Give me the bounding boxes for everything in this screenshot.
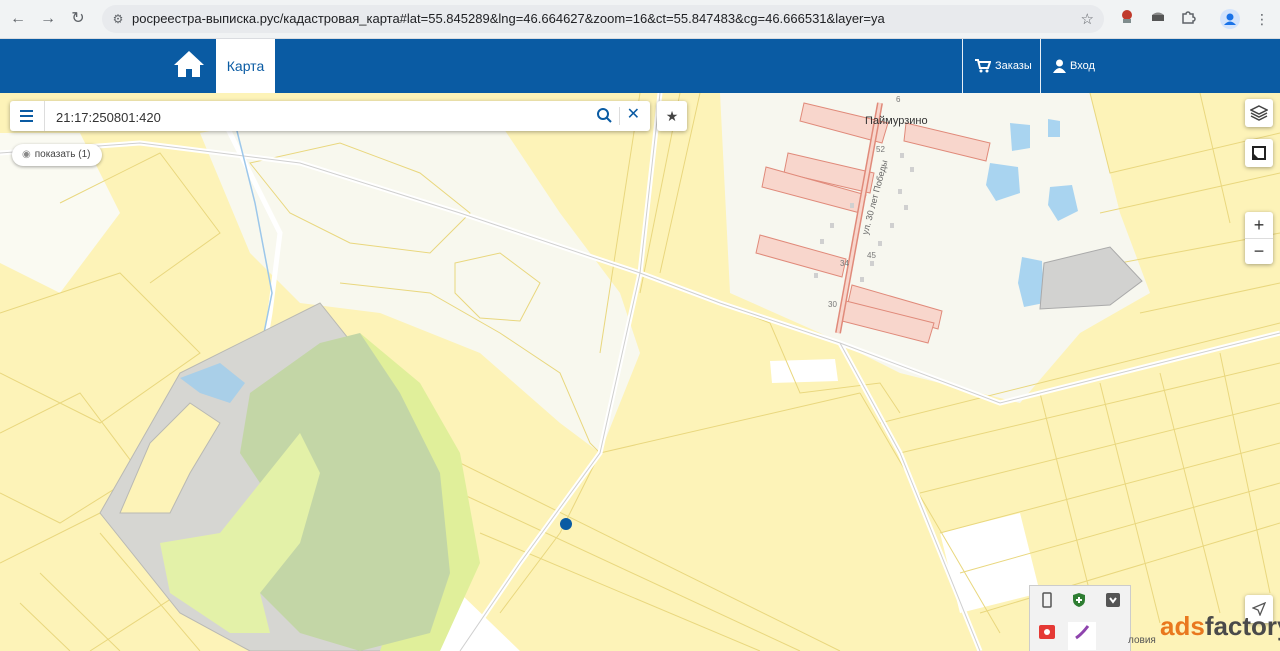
pen-icon[interactable] <box>1068 622 1096 650</box>
zoom-control: + − <box>1245 212 1273 264</box>
show-results-button[interactable]: ◉ показать (1) <box>12 144 103 166</box>
extensions-puzzle-icon[interactable] <box>1178 9 1198 29</box>
extension-icon-2[interactable] <box>1148 9 1168 29</box>
tools-panel <box>1029 585 1131 651</box>
reload-icon[interactable]: ↻ <box>68 9 88 29</box>
layers-icon[interactable] <box>1245 99 1273 127</box>
browser-toolbar: ← → ↻ ⚙ росреестра-выписка.рус/кадастров… <box>0 0 1280 39</box>
extension-icon-1[interactable] <box>1117 9 1137 29</box>
clear-icon[interactable]: ✕ <box>627 104 640 124</box>
house-number: 6 <box>896 95 901 104</box>
login-button[interactable]: Вход <box>1053 39 1095 93</box>
profile-avatar-icon[interactable] <box>1220 9 1240 29</box>
back-arrow-icon[interactable]: ← <box>8 9 28 29</box>
search-bar: ✕ <box>10 101 650 131</box>
eye-icon: ◉ <box>22 149 31 160</box>
header-divider <box>1040 39 1041 93</box>
address-bar[interactable]: ⚙ росреестра-выписка.рус/кадастровая_кар… <box>102 5 1104 33</box>
measure-area-icon[interactable] <box>1245 139 1273 167</box>
home-icon[interactable] <box>172 49 208 83</box>
shield-icon[interactable] <box>1068 592 1090 614</box>
show-results-label: показать (1) <box>34 149 91 160</box>
house-number: 34 <box>840 259 849 268</box>
forward-arrow-icon[interactable]: → <box>38 9 58 29</box>
user-icon <box>1053 59 1066 74</box>
site-header: Карта Заказы Вход <box>0 39 1280 93</box>
house-number: 45 <box>867 251 876 260</box>
menu-icon[interactable] <box>10 101 45 131</box>
site-info-icon[interactable]: ⚙ <box>110 11 126 27</box>
house-number: 30 <box>828 300 837 309</box>
device-icon[interactable] <box>1036 592 1058 614</box>
watermark-part2: factory <box>1204 611 1280 641</box>
header-divider <box>962 39 963 93</box>
zoom-out-button[interactable]: − <box>1245 239 1273 265</box>
orders-label: Заказы <box>995 60 1032 72</box>
cart-icon <box>975 59 992 73</box>
download-icon[interactable] <box>1102 592 1124 614</box>
house-number: 52 <box>876 145 885 154</box>
search-divider <box>619 107 620 125</box>
search-icon[interactable] <box>596 107 612 128</box>
map-canvas[interactable] <box>0 93 1280 651</box>
orders-button[interactable]: Заказы <box>975 39 1032 93</box>
record-icon[interactable] <box>1036 624 1058 646</box>
zoom-in-button[interactable]: + <box>1245 212 1273 239</box>
tab-map[interactable]: Карта <box>216 39 275 93</box>
browser-menu-icon[interactable]: ⋮ <box>1252 9 1272 29</box>
selected-parcel-marker <box>560 518 572 530</box>
bookmark-star-icon[interactable]: ☆ <box>1081 10 1094 28</box>
url-text[interactable]: росреестра-выписка.рус/кадастровая_карта… <box>132 11 885 26</box>
watermark-logo: adsfactory <box>1160 611 1280 642</box>
watermark-part1: ads <box>1160 611 1205 641</box>
login-label: Вход <box>1070 60 1095 72</box>
favorite-star-icon[interactable]: ★ <box>657 101 687 131</box>
search-input[interactable] <box>54 105 578 129</box>
terms-link[interactable]: ловия <box>1128 635 1156 646</box>
cadastral-map[interactable]: 6 52 45 34 30 Паймурзино ул. 30 лет Побе… <box>0 93 1280 651</box>
village-label: Паймурзино <box>865 115 928 127</box>
